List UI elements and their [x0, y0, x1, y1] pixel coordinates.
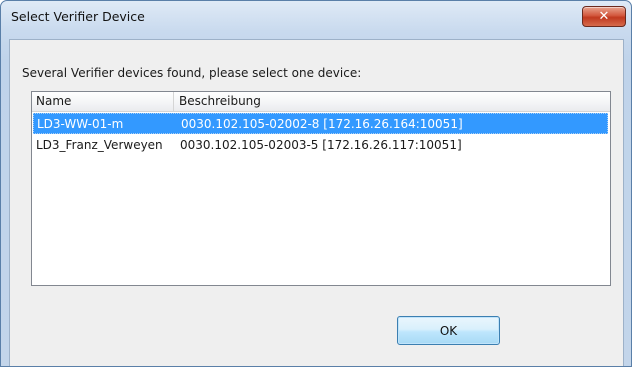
close-icon: ✕: [598, 9, 610, 24]
column-header-name[interactable]: Name: [32, 92, 174, 111]
list-row[interactable]: LD3-WW-01-m 0030.102.105-02002-8 [172.16…: [33, 113, 608, 134]
list-header: Name Beschreibung: [32, 92, 610, 112]
device-name: LD3_Franz_Verweyen: [36, 138, 163, 152]
close-button[interactable]: ✕: [582, 6, 626, 27]
list-row[interactable]: LD3_Franz_Verweyen 0030.102.105-02003-5 …: [33, 135, 608, 156]
column-header-description[interactable]: Beschreibung: [175, 92, 595, 111]
device-name: LD3-WW-01-m: [37, 117, 124, 131]
device-description: 0030.102.105-02003-5 [172.16.26.117:1005…: [180, 138, 462, 152]
prompt-text: Several Verifier devices found, please s…: [22, 66, 362, 80]
ok-button[interactable]: OK: [397, 316, 500, 345]
device-list[interactable]: Name Beschreibung LD3-WW-01-m 0030.102.1…: [31, 91, 611, 286]
title-bar[interactable]: Select Verifier Device ✕: [1, 1, 631, 31]
dialog-window: Select Verifier Device ✕ Several Verifie…: [0, 0, 632, 367]
device-description: 0030.102.105-02002-8 [172.16.26.164:1005…: [181, 117, 463, 131]
window-title: Select Verifier Device: [11, 9, 145, 24]
